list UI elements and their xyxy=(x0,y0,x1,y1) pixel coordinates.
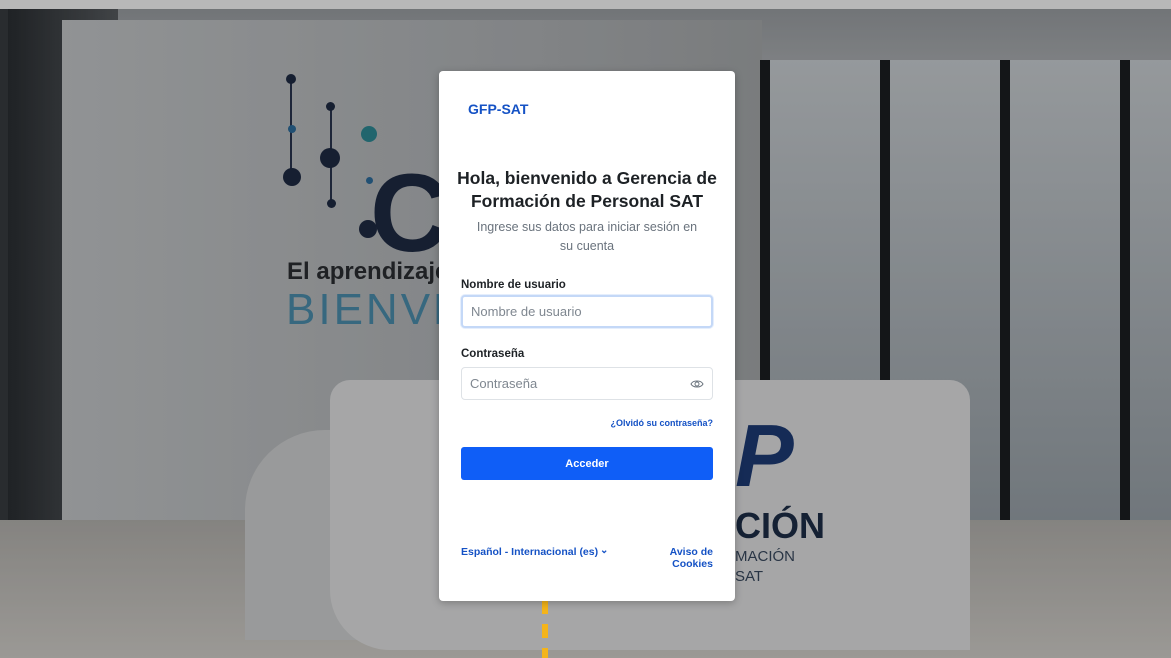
page-title: Hola, bienvenido a Gerencia de Formación… xyxy=(457,168,717,211)
site-brand: GFP-SAT xyxy=(468,101,529,117)
forgot-password-link[interactable]: ¿Olvidó su contraseña? xyxy=(589,418,713,428)
password-input[interactable] xyxy=(461,367,713,400)
username-label: Nombre de usuario xyxy=(461,279,566,291)
login-card: GFP-SAT Hola, bienvenido a Gerencia de F… xyxy=(439,71,735,601)
submit-button[interactable]: Acceder xyxy=(461,447,713,480)
chevron-down-icon[interactable]: ⌄ xyxy=(600,545,608,556)
annotation-dash xyxy=(542,601,548,614)
username-input[interactable] xyxy=(461,295,713,328)
cookies-link[interactable]: Aviso de Cookies xyxy=(629,546,713,570)
annotation-dash xyxy=(542,648,548,658)
eye-icon[interactable] xyxy=(690,378,704,390)
password-label: Contraseña xyxy=(461,348,525,360)
annotation-dash xyxy=(542,624,548,638)
language-selector[interactable]: Español - Internacional (es) xyxy=(461,546,598,558)
page-subtitle: Ingrese sus datos para iniciar sesión en… xyxy=(476,220,698,253)
